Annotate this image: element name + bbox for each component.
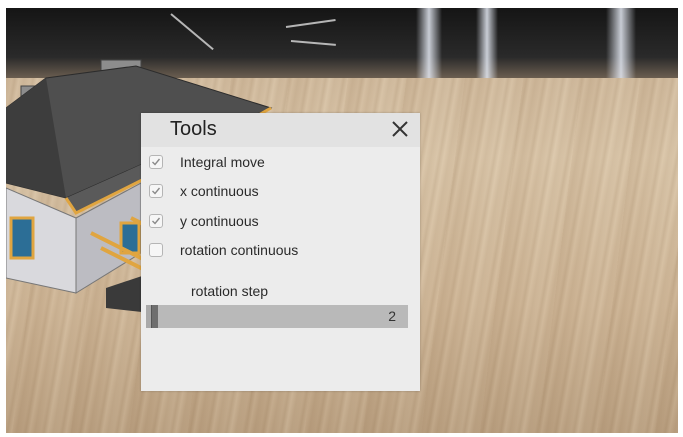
panel-header: Tools [141, 113, 420, 147]
option-rotation-continuous[interactable]: rotation continuous [149, 238, 298, 262]
x-continuous-checkbox[interactable] [149, 184, 163, 198]
y-continuous-checkbox[interactable] [149, 214, 163, 228]
option-y-continuous[interactable]: y continuous [149, 209, 259, 233]
rotation-step-value: 2 [388, 308, 396, 324]
checkmark-icon [152, 158, 161, 166]
close-button[interactable] [388, 117, 412, 141]
tools-panel: Tools Integral move x continuous y conti… [141, 113, 420, 391]
option-x-continuous[interactable]: x continuous [149, 179, 259, 203]
option-integral-move[interactable]: Integral move [149, 150, 265, 174]
rotation-continuous-checkbox[interactable] [149, 243, 163, 257]
rotation-step-label: rotation step [191, 283, 269, 299]
option-label: Integral move [180, 154, 265, 170]
option-label: y continuous [180, 213, 259, 229]
integral-move-checkbox[interactable] [149, 155, 163, 169]
checkmark-icon [152, 217, 161, 225]
rotation-step-slider[interactable]: 2 [146, 305, 408, 328]
checkmark-icon [152, 187, 161, 195]
panel-title: Tools [170, 118, 217, 140]
option-label: x continuous [180, 183, 259, 199]
slider-handle[interactable] [151, 305, 158, 328]
close-icon [392, 121, 408, 137]
option-label: rotation continuous [180, 242, 299, 258]
